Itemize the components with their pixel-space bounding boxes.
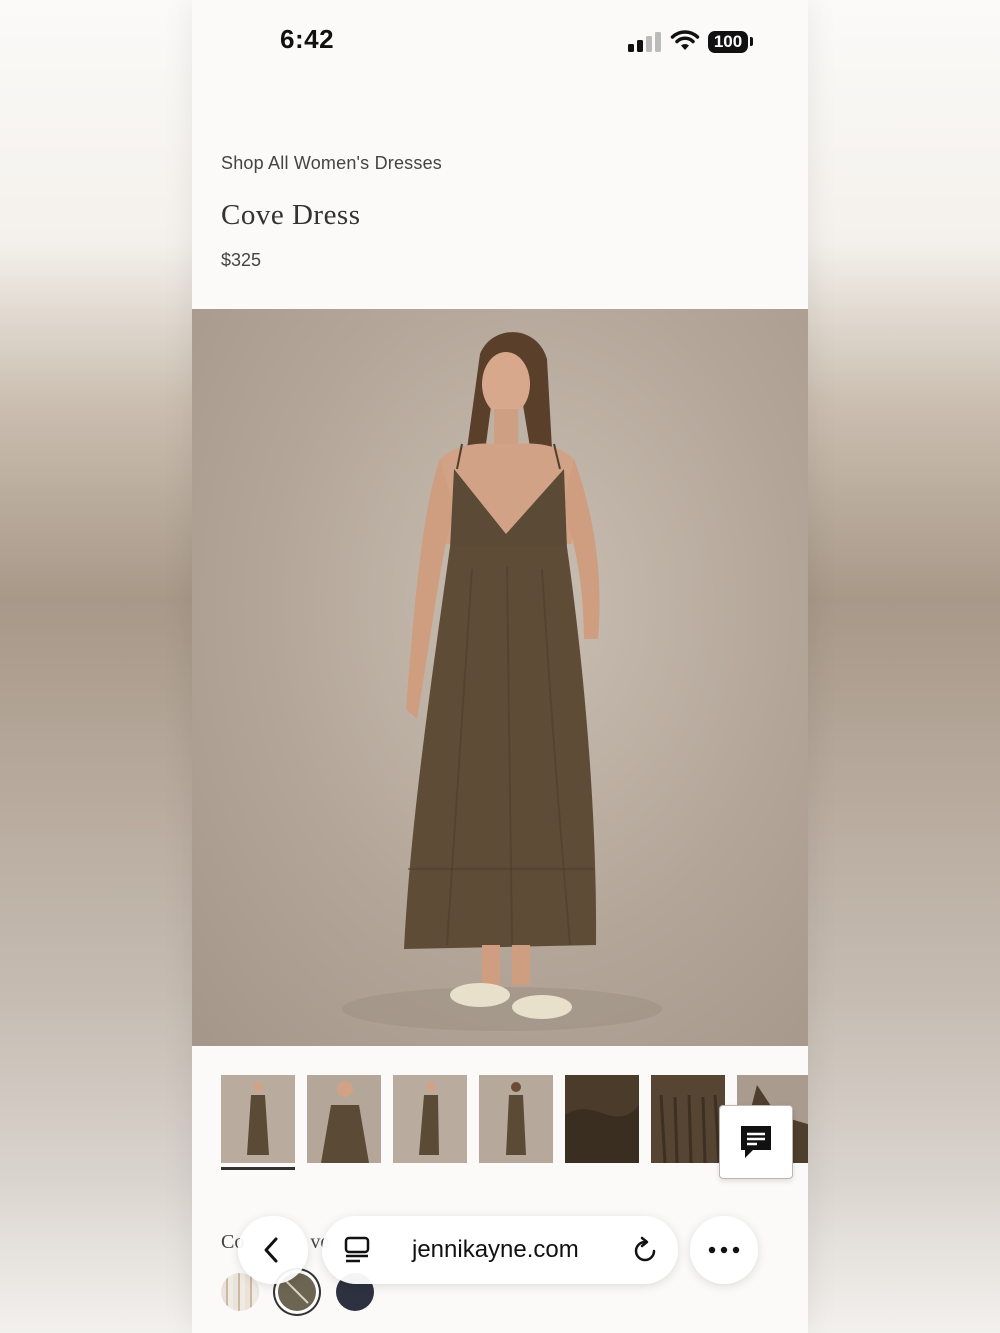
product-price: $325 bbox=[221, 250, 262, 270]
chat-icon bbox=[741, 1126, 771, 1158]
status-time: 6:42 bbox=[280, 24, 335, 54]
chat-button[interactable] bbox=[719, 1105, 793, 1179]
thumbnail-2[interactable] bbox=[307, 1075, 381, 1163]
wifi-icon bbox=[670, 30, 700, 50]
breadcrumb-link[interactable]: Shop All Women's Dresses bbox=[221, 153, 442, 174]
phone-screen: 6:42 100 Shop All Women's Dresses Cove D… bbox=[192, 0, 808, 1333]
product-title: Cove Dress bbox=[221, 199, 361, 231]
battery-indicator: 100 bbox=[708, 31, 748, 53]
back-button[interactable] bbox=[238, 1216, 308, 1284]
ellipsis-icon bbox=[708, 1246, 740, 1254]
battery-tip bbox=[750, 37, 753, 46]
page-menu-icon bbox=[344, 1236, 370, 1263]
product-hero-image[interactable] bbox=[192, 309, 808, 1046]
thumbnail-active-indicator bbox=[221, 1167, 295, 1170]
address-bar[interactable]: jennikayne.com bbox=[322, 1216, 678, 1284]
thumbnail-6[interactable] bbox=[651, 1075, 725, 1163]
model-illustration bbox=[342, 332, 662, 1031]
chevron-left-icon bbox=[264, 1237, 278, 1263]
more-options-button[interactable] bbox=[690, 1216, 758, 1284]
thumbnail-3[interactable] bbox=[393, 1075, 467, 1163]
cellular-signal-icon bbox=[628, 32, 661, 52]
thumbnail-4[interactable] bbox=[479, 1075, 553, 1163]
thumbnail-1[interactable] bbox=[221, 1075, 295, 1163]
thumbnail-5[interactable] bbox=[565, 1075, 639, 1163]
reload-icon[interactable] bbox=[632, 1236, 658, 1264]
url-text: jennikayne.com bbox=[412, 1236, 579, 1263]
